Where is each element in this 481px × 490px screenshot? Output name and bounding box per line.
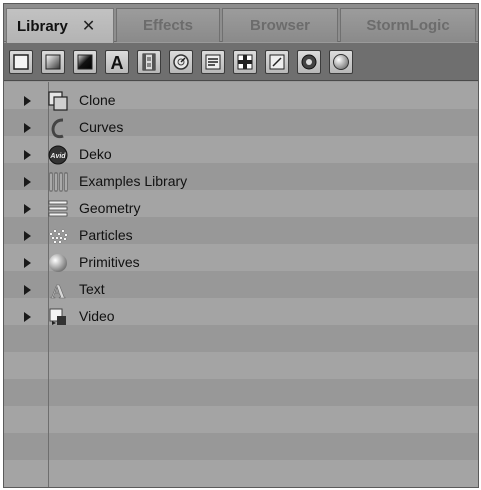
examples-library-icon <box>47 171 69 193</box>
row-stripe <box>4 460 478 487</box>
library-panel: Library ✕ Effects Browser StormLogic A C… <box>3 3 479 488</box>
library-item-label: Text <box>79 281 105 297</box>
gradient-square-icon[interactable] <box>41 50 65 74</box>
library-item-label: Deko <box>79 146 112 162</box>
text-icon: A <box>47 279 69 304</box>
library-item-label: Curves <box>79 119 124 135</box>
expand-arrow-icon[interactable] <box>24 258 31 268</box>
tab-library[interactable]: Library ✕ <box>6 8 114 43</box>
primitives-icon <box>47 252 69 274</box>
expand-arrow-icon[interactable] <box>24 231 31 241</box>
letter-a-icon[interactable]: A <box>105 50 129 74</box>
dark-gradient-square-icon[interactable] <box>73 50 97 74</box>
particles-icon <box>47 225 69 247</box>
library-item-label: Clone <box>79 92 116 108</box>
library-item-clone[interactable]: Clone <box>4 87 478 114</box>
curves-icon <box>47 117 69 139</box>
film-strip-icon[interactable] <box>137 50 161 74</box>
close-icon[interactable]: ✕ <box>82 16 95 36</box>
dial-icon[interactable] <box>169 50 193 74</box>
tab-label: Browser <box>249 17 311 34</box>
sphere-icon[interactable] <box>329 50 353 74</box>
deko-icon: Avid <box>47 144 69 166</box>
expand-arrow-icon[interactable] <box>24 96 31 106</box>
tab-stormlogic[interactable]: StormLogic <box>340 8 476 42</box>
row-stripe <box>4 379 478 406</box>
geometry-icon <box>47 198 69 220</box>
library-item-label: Video <box>79 308 115 324</box>
text-icon-glyph: A <box>51 281 66 301</box>
row-stripe <box>4 406 478 433</box>
tab-label: Effects <box>142 17 194 34</box>
row-stripe <box>4 352 478 379</box>
expand-arrow-icon[interactable] <box>24 123 31 133</box>
tab-browser[interactable]: Browser <box>222 8 338 42</box>
library-item-label: Particles <box>79 227 133 243</box>
video-icon <box>47 306 69 328</box>
library-item-label: Geometry <box>79 200 141 216</box>
expand-arrow-icon[interactable] <box>24 177 31 187</box>
library-item-video[interactable]: Video <box>4 303 478 330</box>
clone-icon <box>47 90 69 112</box>
diagonal-line-box-icon[interactable] <box>265 50 289 74</box>
library-item-primitives[interactable]: Primitives <box>4 249 478 276</box>
plus-grid-icon[interactable] <box>233 50 257 74</box>
library-item-label: Primitives <box>79 254 140 270</box>
library-item-curves[interactable]: Curves <box>4 114 478 141</box>
expand-arrow-icon[interactable] <box>24 285 31 295</box>
library-item-geometry[interactable]: Geometry <box>4 195 478 222</box>
library-item-examples-library[interactable]: Examples Library <box>4 168 478 195</box>
tab-bar: Library ✕ Effects Browser StormLogic <box>4 4 478 43</box>
donut-icon[interactable] <box>297 50 321 74</box>
expand-arrow-icon[interactable] <box>24 204 31 214</box>
letter-a-glyph: A <box>111 53 124 72</box>
library-item-label: Examples Library <box>79 173 188 189</box>
toolbar: A <box>4 43 478 81</box>
library-tree: Clone Curves Avid Deko Examples Library <box>4 82 478 487</box>
tab-label: Library <box>17 17 68 35</box>
square-outline-icon[interactable] <box>9 50 33 74</box>
text-block-icon[interactable] <box>201 50 225 74</box>
row-stripe <box>4 433 478 460</box>
expand-arrow-icon[interactable] <box>24 150 31 160</box>
expand-arrow-icon[interactable] <box>24 312 31 322</box>
library-item-deko[interactable]: Avid Deko <box>4 141 478 168</box>
library-item-text[interactable]: A Text <box>4 276 478 303</box>
tab-label: StormLogic <box>366 17 450 34</box>
deko-logo-text: Avid <box>49 153 66 160</box>
library-item-particles[interactable]: Particles <box>4 222 478 249</box>
tab-effects[interactable]: Effects <box>116 8 220 42</box>
